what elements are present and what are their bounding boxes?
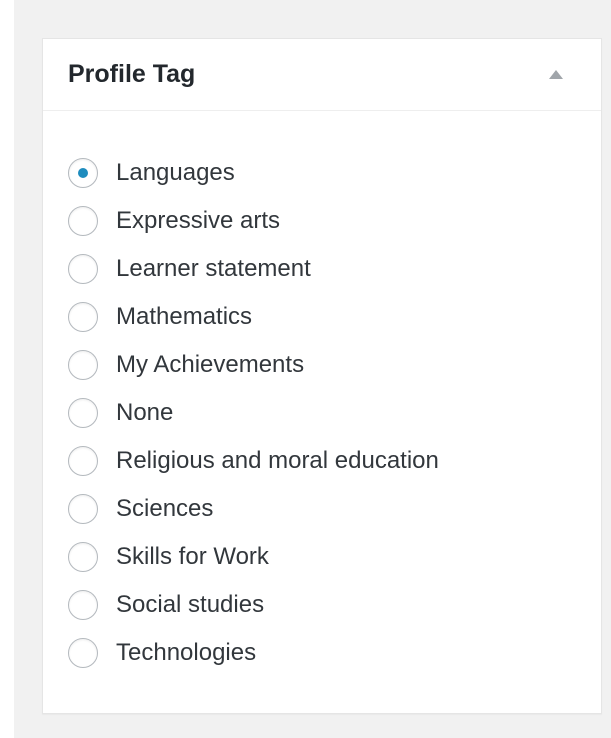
radio-option-skills-for-work[interactable]: Skills for Work xyxy=(68,533,601,581)
profile-tag-panel: Profile Tag Languages Expressive arts Le… xyxy=(42,38,602,714)
radio-label: Sciences xyxy=(116,495,214,522)
radio-option-languages[interactable]: Languages xyxy=(68,149,601,197)
radio-option-none[interactable]: None xyxy=(68,389,601,437)
radio-label: Religious and moral education xyxy=(116,447,439,474)
radio-label: Technologies xyxy=(116,639,257,666)
radio-option-expressive-arts[interactable]: Expressive arts xyxy=(68,197,601,245)
radio-label: Languages xyxy=(116,159,235,186)
radio-label: Skills for Work xyxy=(116,543,269,570)
collapse-triangle-icon[interactable] xyxy=(549,70,563,79)
radio-label: Expressive arts xyxy=(116,207,281,234)
radio-label: My Achievements xyxy=(116,351,305,378)
radio-option-technologies[interactable]: Technologies xyxy=(68,629,601,677)
radio-button[interactable] xyxy=(68,254,98,284)
radio-button[interactable] xyxy=(68,206,98,236)
radio-button[interactable] xyxy=(68,398,98,428)
radio-option-sciences[interactable]: Sciences xyxy=(68,485,601,533)
radio-option-my-achievements[interactable]: My Achievements xyxy=(68,341,601,389)
panel-header[interactable]: Profile Tag xyxy=(43,39,601,111)
radio-button[interactable] xyxy=(68,446,98,476)
panel-title: Profile Tag xyxy=(68,60,196,88)
radio-label: Learner statement xyxy=(116,255,311,282)
radio-option-religious-and-moral-education[interactable]: Religious and moral education xyxy=(68,437,601,485)
radio-label: Mathematics xyxy=(116,303,253,330)
profile-tag-options: Languages Expressive arts Learner statem… xyxy=(43,111,601,677)
radio-option-social-studies[interactable]: Social studies xyxy=(68,581,601,629)
radio-button[interactable] xyxy=(68,302,98,332)
radio-button[interactable] xyxy=(68,638,98,668)
radio-label: None xyxy=(116,399,174,426)
radio-button[interactable] xyxy=(68,542,98,572)
radio-option-mathematics[interactable]: Mathematics xyxy=(68,293,601,341)
radio-label: Social studies xyxy=(116,591,265,618)
radio-button[interactable] xyxy=(68,158,98,188)
radio-button[interactable] xyxy=(68,350,98,380)
radio-button[interactable] xyxy=(68,590,98,620)
radio-option-learner-statement[interactable]: Learner statement xyxy=(68,245,601,293)
radio-button[interactable] xyxy=(68,494,98,524)
